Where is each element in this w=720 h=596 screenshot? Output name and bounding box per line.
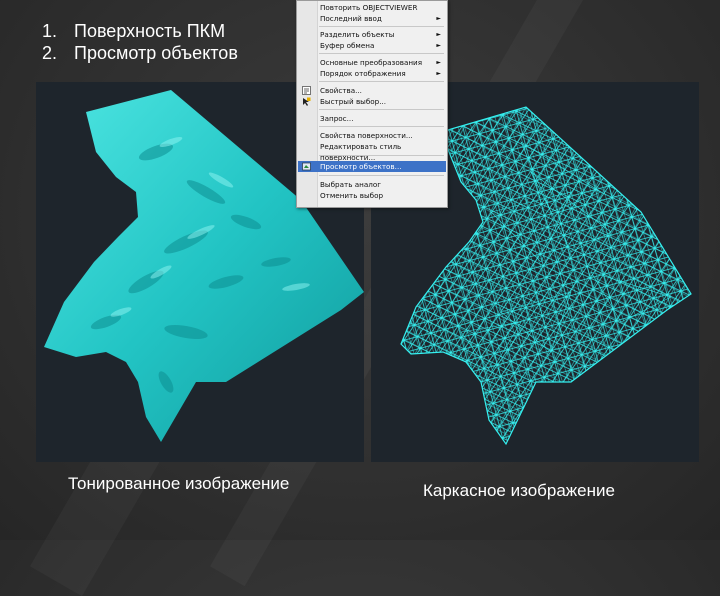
- menu-item-object-viewer[interactable]: Просмотр объектов...: [298, 161, 446, 172]
- list-item: 1. Поверхность ПКМ: [42, 20, 238, 42]
- menu-separator: [319, 155, 444, 156]
- menu-item-query[interactable]: Запрос...: [298, 113, 446, 124]
- menu-item-label: Повторить OBJECTVIEWER: [320, 3, 418, 12]
- menu-item-label: Быстрый выбор...: [320, 97, 387, 106]
- menu-item-properties[interactable]: Свойства...: [298, 85, 446, 96]
- menu-item-quick-select[interactable]: Быстрый выбор...: [298, 96, 446, 107]
- submenu-arrow-icon: ►: [436, 31, 441, 38]
- submenu-arrow-icon: ►: [436, 59, 441, 66]
- menu-item-label: Просмотр объектов...: [320, 162, 402, 171]
- list-number: 2.: [42, 43, 58, 63]
- menu-item-label: Основные преобразования: [320, 58, 423, 67]
- list-number: 1.: [42, 21, 58, 41]
- menu-separator: [319, 109, 444, 110]
- list-item: 2. Просмотр объектов: [42, 42, 238, 64]
- menu-item-select-similar[interactable]: Выбрать аналог: [298, 179, 446, 190]
- menu-item-label: Выбрать аналог: [320, 180, 381, 189]
- menu-separator: [319, 53, 444, 54]
- menu-item-repeat-objectviewer[interactable]: Повторить OBJECTVIEWER: [298, 2, 446, 13]
- list-text: Просмотр объектов: [74, 43, 238, 63]
- menu-item-label: Разделить объекты: [320, 30, 395, 39]
- menu-separator: [319, 126, 444, 127]
- menu-item-label: Порядок отображения: [320, 69, 406, 78]
- menu-item-label: Последний ввод: [320, 14, 382, 23]
- object-viewer-icon: [302, 162, 311, 171]
- menu-separator: [319, 26, 444, 27]
- menu-separator: [319, 81, 444, 82]
- submenu-arrow-icon: ►: [436, 70, 441, 77]
- menu-item-label: Запрос...: [320, 114, 354, 123]
- list-text: Поверхность ПКМ: [74, 21, 226, 41]
- menu-item-label: Редактировать стиль поверхности...: [320, 142, 402, 162]
- menu-item-clipboard[interactable]: Буфер обмена ►: [298, 40, 446, 51]
- menu-item-label: Буфер обмена: [320, 41, 375, 50]
- instruction-list: 1. Поверхность ПКМ 2. Просмотр объектов: [42, 20, 238, 64]
- menu-item-last-input[interactable]: Последний ввод ►: [298, 13, 446, 24]
- submenu-arrow-icon: ►: [436, 42, 441, 49]
- menu-separator: [319, 175, 444, 176]
- menu-item-deselect[interactable]: Отменить выбор: [298, 190, 446, 201]
- menu-item-draw-order[interactable]: Порядок отображения ►: [298, 68, 446, 79]
- menu-item-label: Отменить выбор: [320, 191, 384, 200]
- properties-icon: [302, 86, 311, 95]
- menu-item-surface-properties[interactable]: Свойства поверхности...: [298, 130, 446, 141]
- quick-select-icon: [303, 97, 311, 106]
- context-menu: Повторить OBJECTVIEWER Последний ввод ► Р…: [296, 0, 448, 208]
- menu-item-edit-surface-style[interactable]: Редактировать стиль поверхности...: [298, 141, 446, 162]
- menu-item-basic-modify[interactable]: Основные преобразования ►: [298, 57, 446, 68]
- menu-item-label: Свойства поверхности...: [320, 131, 413, 140]
- wireframe-view-caption: Каркасное изображение: [423, 481, 615, 500]
- menu-item-label: Свойства...: [320, 86, 362, 95]
- submenu-arrow-icon: ►: [436, 15, 441, 22]
- menu-item-isolate-objects[interactable]: Разделить объекты ►: [298, 29, 446, 40]
- shaded-view-caption: Тонированное изображение: [68, 474, 290, 493]
